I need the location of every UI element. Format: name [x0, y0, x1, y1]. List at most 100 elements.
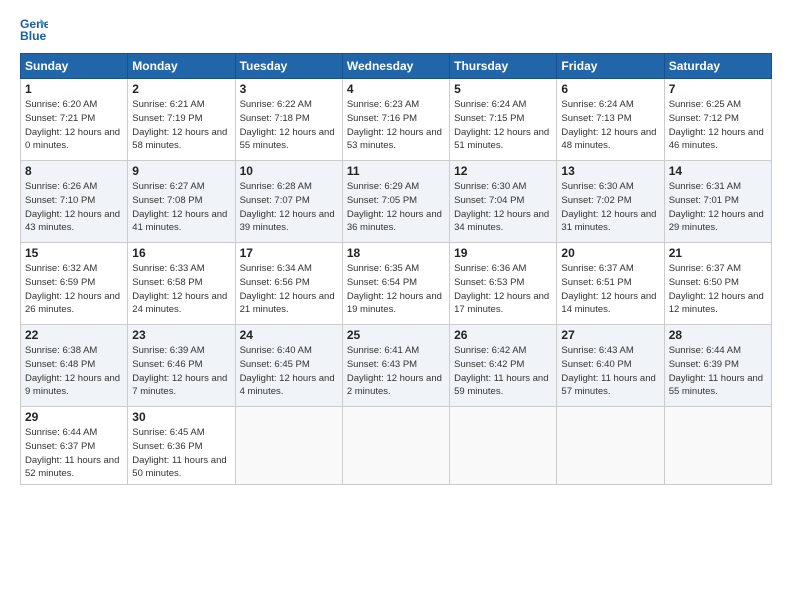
sunset-label: Sunset: 6:48 PM [25, 359, 95, 370]
calendar-cell: 10 Sunrise: 6:28 AM Sunset: 7:07 PM Dayl… [235, 161, 342, 243]
sunrise-label: Sunrise: 6:24 AM [561, 99, 633, 110]
day-number: 3 [240, 82, 338, 96]
day-number: 6 [561, 82, 659, 96]
calendar-cell: 26 Sunrise: 6:42 AM Sunset: 6:42 PM Dayl… [450, 325, 557, 407]
day-number: 19 [454, 246, 552, 260]
sunset-label: Sunset: 7:18 PM [240, 113, 310, 124]
daylight-label: Daylight: 12 hours and 14 minutes. [561, 291, 656, 316]
daylight-label: Daylight: 12 hours and 19 minutes. [347, 291, 442, 316]
weekday-header: Wednesday [342, 54, 449, 79]
sunset-label: Sunset: 6:51 PM [561, 277, 631, 288]
sunset-label: Sunset: 7:04 PM [454, 195, 524, 206]
day-number: 15 [25, 246, 123, 260]
sunrise-label: Sunrise: 6:21 AM [132, 99, 204, 110]
daylight-label: Daylight: 12 hours and 39 minutes. [240, 209, 335, 234]
daylight-label: Daylight: 12 hours and 48 minutes. [561, 127, 656, 152]
daylight-label: Daylight: 12 hours and 24 minutes. [132, 291, 227, 316]
day-number: 30 [132, 410, 230, 424]
calendar-cell: 30 Sunrise: 6:45 AM Sunset: 6:36 PM Dayl… [128, 407, 235, 485]
day-info: Sunrise: 6:34 AM Sunset: 6:56 PM Dayligh… [240, 262, 338, 317]
day-info: Sunrise: 6:38 AM Sunset: 6:48 PM Dayligh… [25, 344, 123, 399]
sunrise-label: Sunrise: 6:45 AM [132, 427, 204, 438]
sunrise-label: Sunrise: 6:41 AM [347, 345, 419, 356]
sunset-label: Sunset: 6:40 PM [561, 359, 631, 370]
sunset-label: Sunset: 6:43 PM [347, 359, 417, 370]
daylight-label: Daylight: 12 hours and 29 minutes. [669, 209, 764, 234]
sunrise-label: Sunrise: 6:44 AM [669, 345, 741, 356]
daylight-label: Daylight: 12 hours and 53 minutes. [347, 127, 442, 152]
calendar-cell: 16 Sunrise: 6:33 AM Sunset: 6:58 PM Dayl… [128, 243, 235, 325]
sunset-label: Sunset: 7:01 PM [669, 195, 739, 206]
day-number: 23 [132, 328, 230, 342]
daylight-label: Daylight: 12 hours and 34 minutes. [454, 209, 549, 234]
day-number: 27 [561, 328, 659, 342]
sunset-label: Sunset: 6:58 PM [132, 277, 202, 288]
sunrise-label: Sunrise: 6:43 AM [561, 345, 633, 356]
sunset-label: Sunset: 7:16 PM [347, 113, 417, 124]
day-number: 20 [561, 246, 659, 260]
daylight-label: Daylight: 12 hours and 55 minutes. [240, 127, 335, 152]
page-header: General Blue [20, 15, 772, 43]
sunset-label: Sunset: 7:08 PM [132, 195, 202, 206]
sunrise-label: Sunrise: 6:37 AM [669, 263, 741, 274]
daylight-label: Daylight: 11 hours and 57 minutes. [561, 373, 655, 398]
sunset-label: Sunset: 7:13 PM [561, 113, 631, 124]
sunrise-label: Sunrise: 6:22 AM [240, 99, 312, 110]
sunrise-label: Sunrise: 6:29 AM [347, 181, 419, 192]
sunset-label: Sunset: 7:15 PM [454, 113, 524, 124]
sunset-label: Sunset: 7:07 PM [240, 195, 310, 206]
sunrise-label: Sunrise: 6:40 AM [240, 345, 312, 356]
day-info: Sunrise: 6:43 AM Sunset: 6:40 PM Dayligh… [561, 344, 659, 399]
day-info: Sunrise: 6:20 AM Sunset: 7:21 PM Dayligh… [25, 98, 123, 153]
day-number: 13 [561, 164, 659, 178]
sunset-label: Sunset: 6:46 PM [132, 359, 202, 370]
sunset-label: Sunset: 7:19 PM [132, 113, 202, 124]
daylight-label: Daylight: 12 hours and 41 minutes. [132, 209, 227, 234]
calendar-cell: 6 Sunrise: 6:24 AM Sunset: 7:13 PM Dayli… [557, 79, 664, 161]
weekday-header: Saturday [664, 54, 771, 79]
sunrise-label: Sunrise: 6:31 AM [669, 181, 741, 192]
day-info: Sunrise: 6:28 AM Sunset: 7:07 PM Dayligh… [240, 180, 338, 235]
day-number: 16 [132, 246, 230, 260]
calendar-cell [664, 407, 771, 485]
calendar-cell: 12 Sunrise: 6:30 AM Sunset: 7:04 PM Dayl… [450, 161, 557, 243]
calendar-cell: 17 Sunrise: 6:34 AM Sunset: 6:56 PM Dayl… [235, 243, 342, 325]
sunrise-label: Sunrise: 6:30 AM [561, 181, 633, 192]
daylight-label: Daylight: 12 hours and 2 minutes. [347, 373, 442, 398]
day-info: Sunrise: 6:32 AM Sunset: 6:59 PM Dayligh… [25, 262, 123, 317]
calendar-cell: 29 Sunrise: 6:44 AM Sunset: 6:37 PM Dayl… [21, 407, 128, 485]
day-number: 22 [25, 328, 123, 342]
day-number: 11 [347, 164, 445, 178]
calendar-cell: 21 Sunrise: 6:37 AM Sunset: 6:50 PM Dayl… [664, 243, 771, 325]
day-number: 4 [347, 82, 445, 96]
day-info: Sunrise: 6:44 AM Sunset: 6:37 PM Dayligh… [25, 426, 123, 481]
sunset-label: Sunset: 6:36 PM [132, 441, 202, 452]
calendar-cell: 14 Sunrise: 6:31 AM Sunset: 7:01 PM Dayl… [664, 161, 771, 243]
sunset-label: Sunset: 6:45 PM [240, 359, 310, 370]
day-info: Sunrise: 6:27 AM Sunset: 7:08 PM Dayligh… [132, 180, 230, 235]
sunrise-label: Sunrise: 6:38 AM [25, 345, 97, 356]
day-info: Sunrise: 6:42 AM Sunset: 6:42 PM Dayligh… [454, 344, 552, 399]
daylight-label: Daylight: 12 hours and 58 minutes. [132, 127, 227, 152]
sunset-label: Sunset: 7:10 PM [25, 195, 95, 206]
day-info: Sunrise: 6:23 AM Sunset: 7:16 PM Dayligh… [347, 98, 445, 153]
calendar-cell: 19 Sunrise: 6:36 AM Sunset: 6:53 PM Dayl… [450, 243, 557, 325]
calendar-cell: 13 Sunrise: 6:30 AM Sunset: 7:02 PM Dayl… [557, 161, 664, 243]
day-info: Sunrise: 6:41 AM Sunset: 6:43 PM Dayligh… [347, 344, 445, 399]
sunrise-label: Sunrise: 6:34 AM [240, 263, 312, 274]
calendar-cell: 3 Sunrise: 6:22 AM Sunset: 7:18 PM Dayli… [235, 79, 342, 161]
sunrise-label: Sunrise: 6:37 AM [561, 263, 633, 274]
day-info: Sunrise: 6:40 AM Sunset: 6:45 PM Dayligh… [240, 344, 338, 399]
day-info: Sunrise: 6:33 AM Sunset: 6:58 PM Dayligh… [132, 262, 230, 317]
calendar-cell: 1 Sunrise: 6:20 AM Sunset: 7:21 PM Dayli… [21, 79, 128, 161]
logo: General Blue [20, 15, 48, 43]
day-info: Sunrise: 6:29 AM Sunset: 7:05 PM Dayligh… [347, 180, 445, 235]
sunrise-label: Sunrise: 6:32 AM [25, 263, 97, 274]
daylight-label: Daylight: 11 hours and 55 minutes. [669, 373, 763, 398]
daylight-label: Daylight: 12 hours and 17 minutes. [454, 291, 549, 316]
sunset-label: Sunset: 7:21 PM [25, 113, 95, 124]
calendar-cell: 5 Sunrise: 6:24 AM Sunset: 7:15 PM Dayli… [450, 79, 557, 161]
sunrise-label: Sunrise: 6:26 AM [25, 181, 97, 192]
day-number: 2 [132, 82, 230, 96]
daylight-label: Daylight: 12 hours and 26 minutes. [25, 291, 120, 316]
